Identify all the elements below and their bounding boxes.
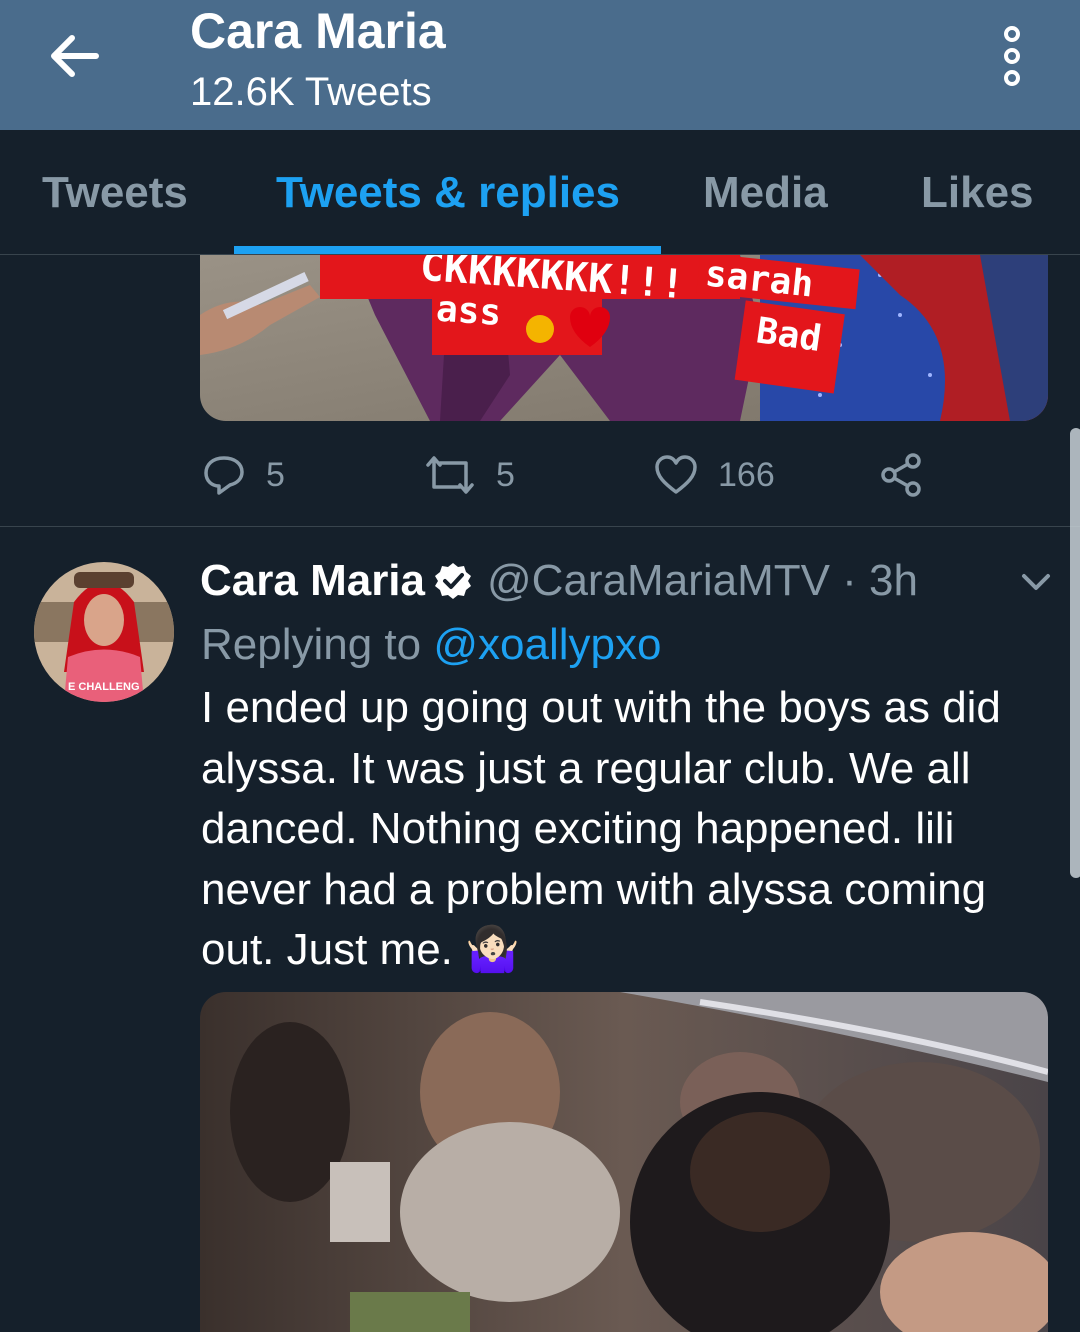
reply-button[interactable]: 5 [202, 442, 285, 508]
tweet-media-video[interactable] [200, 992, 1048, 1332]
photo: CKKKKKKK!!! sarah ass Bad [200, 255, 1048, 421]
tweet-text: I ended up going out with the boys as di… [201, 683, 1001, 974]
replying-to-line: Replying to @xoallypxo [201, 620, 661, 670]
author-handle-time[interactable]: @CaraMariaMTV · 3h [487, 556, 918, 605]
like-button[interactable]: 166 [654, 442, 775, 508]
tab-media[interactable]: Media [703, 168, 828, 218]
share-icon [881, 453, 921, 497]
page-title: Cara Maria [190, 3, 446, 59]
more-options-button[interactable] [990, 24, 1034, 88]
video-thumbnail [200, 992, 1048, 1332]
back-button[interactable] [44, 28, 108, 84]
reply-count: 5 [266, 455, 285, 494]
retweet-icon [426, 456, 474, 494]
tweet-divider [0, 526, 1080, 527]
replying-to-label: Replying to [201, 620, 422, 669]
tweet-header: Cara Maria @CaraMariaMTV · 3h [200, 556, 918, 612]
avatar[interactable]: E CHALLENG [34, 562, 174, 702]
profile-tabs: Tweets Tweets & replies Media Likes [0, 130, 1080, 255]
verified-badge-icon [433, 561, 473, 601]
author-name[interactable]: Cara Maria [200, 556, 425, 605]
sticker-text-ass: ass [435, 289, 503, 334]
tweet-media-image[interactable]: CKKKKKKK!!! sarah ass Bad [200, 255, 1048, 421]
avatar-shirt-text: E CHALLENG [68, 681, 140, 693]
tab-tweets-and-replies[interactable]: Tweets & replies [276, 168, 620, 218]
replying-to-mention[interactable]: @xoallypxo [433, 620, 661, 669]
chevron-down-icon [1022, 574, 1050, 590]
share-button[interactable] [880, 442, 924, 508]
more-vertical-icon [1004, 26, 1020, 86]
tab-tweets[interactable]: Tweets [42, 168, 188, 218]
tweet-menu-button[interactable] [1016, 566, 1056, 600]
tweet-actions: 5 5 166 [0, 442, 1080, 508]
tab-likes[interactable]: Likes [921, 168, 1034, 218]
like-count: 166 [718, 455, 775, 494]
reply-icon [204, 456, 244, 495]
avatar-photo: E CHALLENG [34, 562, 174, 702]
retweet-count: 5 [496, 455, 515, 494]
active-tab-indicator [234, 246, 661, 254]
heart-icon [655, 455, 697, 494]
tweet-count: 12.6K Tweets [190, 70, 432, 114]
arrow-left-icon [51, 35, 99, 77]
scrollbar[interactable] [1070, 428, 1080, 878]
retweet-button[interactable]: 5 [424, 442, 515, 508]
app-bar: Cara Maria 12.6K Tweets [0, 0, 1080, 130]
